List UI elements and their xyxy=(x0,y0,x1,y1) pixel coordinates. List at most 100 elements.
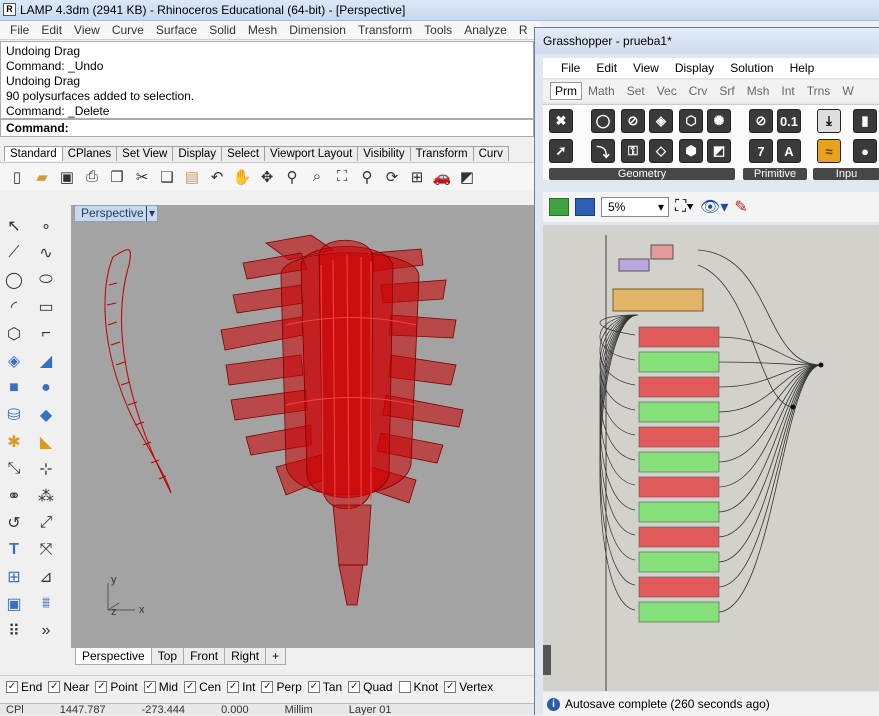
menu-dimension[interactable]: Dimension xyxy=(283,23,352,37)
hatch-icon[interactable]: ⊿ xyxy=(33,565,59,589)
gh-menu-help[interactable]: Help xyxy=(782,61,823,75)
osnap-near[interactable]: ✓ Near xyxy=(48,680,89,694)
copy-icon[interactable]: ❏ xyxy=(157,167,177,187)
osnap-tan[interactable]: ✓ Tan xyxy=(307,680,342,694)
menu-file[interactable]: File xyxy=(4,23,35,37)
group-param-icon[interactable]: ◩ xyxy=(707,139,731,163)
gh-tab-vec[interactable]: Vec xyxy=(651,84,683,98)
command-input[interactable]: Command: xyxy=(0,119,534,137)
gh-tab-crv[interactable]: Crv xyxy=(683,84,714,98)
group-input[interactable]: Inpu xyxy=(813,168,879,180)
render-box-icon[interactable]: ▣ xyxy=(1,592,27,616)
save-file-icon[interactable] xyxy=(575,198,595,216)
menu-mesh[interactable]: Mesh xyxy=(242,23,283,37)
osnap-mid[interactable]: ✓ Mid xyxy=(143,680,178,694)
more-tools-icon[interactable]: » xyxy=(33,619,59,643)
osnap-checkbox[interactable]: ✓ xyxy=(444,680,457,693)
boolean-icon[interactable]: ✱ xyxy=(1,430,27,454)
geometry-param-icon[interactable]: ⬢ xyxy=(679,139,703,163)
block-icon[interactable]: ⊞ xyxy=(1,565,27,589)
save-icon[interactable]: ▣ xyxy=(57,167,77,187)
circle-param-icon[interactable]: ◯ xyxy=(591,109,615,133)
perspective-viewport[interactable]: Perspective ▾ y z x xyxy=(71,205,535,648)
fillet-curve-icon[interactable]: ⌐ xyxy=(33,322,59,346)
tab-right[interactable]: Right xyxy=(224,648,267,665)
preview-eye-icon[interactable]: 👁▾ xyxy=(700,197,728,217)
surface-points-icon[interactable]: ◈ xyxy=(1,349,27,373)
osnap-checkbox[interactable] xyxy=(398,680,411,693)
integer-param-icon[interactable]: 7 xyxy=(749,139,773,163)
curve-icon[interactable]: ∿ xyxy=(33,241,59,265)
rectangle-icon[interactable]: ▭ xyxy=(33,295,59,319)
grasshopper-canvas[interactable] xyxy=(543,225,879,691)
gh-tab-msh[interactable]: Msh xyxy=(741,84,776,98)
osnap-end[interactable]: ✓ End xyxy=(6,680,42,694)
curve-param-icon[interactable]: ⊘ xyxy=(621,109,645,133)
surface-param-icon[interactable]: ◈ xyxy=(649,109,673,133)
number-param-icon[interactable]: 0.1 xyxy=(777,109,801,133)
arc-icon[interactable]: ◜ xyxy=(1,295,27,319)
field-param-icon[interactable]: ◇ xyxy=(649,139,673,163)
paste-icon[interactable]: ▤ xyxy=(182,167,202,187)
render-car-icon[interactable]: 🚗 xyxy=(432,167,452,187)
data-input-icon[interactable]: ⤓ xyxy=(817,109,841,133)
open-folder-icon[interactable]: ▰ xyxy=(32,167,52,187)
mesh-plane-icon[interactable]: ◆ xyxy=(33,403,59,427)
status-cplane[interactable]: CPl xyxy=(6,704,24,715)
text-param-icon[interactable]: A xyxy=(777,139,801,163)
undo-icon[interactable]: ↶ xyxy=(207,167,227,187)
group-primitive[interactable]: Primitive xyxy=(743,168,807,180)
tab-viewport-layout[interactable]: Viewport Layout xyxy=(264,146,359,161)
tab-perspective[interactable]: Perspective xyxy=(75,648,152,665)
panel-param-icon[interactable]: ▮ xyxy=(853,109,877,133)
tab-top[interactable]: Top xyxy=(150,648,185,665)
add-viewport-tab-button[interactable]: + xyxy=(265,648,287,665)
gh-menu-file[interactable]: File xyxy=(553,61,588,75)
tab-curve[interactable]: Curv xyxy=(472,146,509,161)
tab-visibility[interactable]: Visibility xyxy=(357,146,411,161)
menu-curve[interactable]: Curve xyxy=(106,23,150,37)
brep-param-icon[interactable]: ⬡ xyxy=(679,109,703,133)
menu-analyze[interactable]: Analyze xyxy=(458,23,513,37)
plane-param-icon[interactable]: ⚿ xyxy=(621,139,645,163)
gh-menu-view[interactable]: View xyxy=(625,61,667,75)
osnap-perp[interactable]: ✓ Perp xyxy=(261,680,302,694)
osnap-quad[interactable]: ✓ Quad xyxy=(348,680,393,694)
boolean-param-icon[interactable]: ⊘ xyxy=(749,109,773,133)
sketch-pen-icon[interactable]: ✎ xyxy=(734,197,747,217)
gh-tab-int[interactable]: Int xyxy=(775,84,800,98)
status-units[interactable]: Millim xyxy=(285,704,313,715)
graph-mapper-icon[interactable]: ≈ xyxy=(817,139,841,163)
cylinder-icon[interactable]: ⛁ xyxy=(1,403,27,427)
gh-tab-set[interactable]: Set xyxy=(621,84,651,98)
gh-tab-srf[interactable]: Srf xyxy=(713,84,740,98)
osnap-int[interactable]: ✓ Int xyxy=(227,680,255,694)
osnap-checkbox[interactable]: ✓ xyxy=(95,680,108,693)
four-viewports-icon[interactable]: ⊞ xyxy=(407,167,427,187)
grid-dots-icon[interactable]: ⠿ xyxy=(1,619,27,643)
gh-menu-edit[interactable]: Edit xyxy=(588,61,625,75)
split-icon[interactable]: ◣ xyxy=(33,430,59,454)
array-icon[interactable]: ⤢ xyxy=(33,511,59,535)
ellipse-icon[interactable]: ⬭ xyxy=(33,268,59,292)
osnap-checkbox[interactable]: ✓ xyxy=(184,680,197,693)
gh-menu-solution[interactable]: Solution xyxy=(722,61,781,75)
zoom-icon[interactable]: ⚲ xyxy=(282,167,302,187)
move-icon[interactable]: ⤡ xyxy=(1,457,27,481)
cut-icon[interactable]: ✂ xyxy=(132,167,152,187)
polygon-icon[interactable]: ⬡ xyxy=(1,322,27,346)
menu-surface[interactable]: Surface xyxy=(150,23,203,37)
tab-transform[interactable]: Transform xyxy=(409,146,474,161)
print-icon[interactable]: ⎙ xyxy=(82,167,102,187)
zoom-extents-icon[interactable]: ⛶▾ xyxy=(675,198,694,216)
point-param-icon[interactable]: ✖ xyxy=(549,109,573,133)
zoom-selected-icon[interactable]: ⚲ xyxy=(357,167,377,187)
tab-cplanes[interactable]: CPlanes xyxy=(61,146,118,161)
gh-menu-display[interactable]: Display xyxy=(667,61,722,75)
osnap-knot[interactable]: Knot xyxy=(398,680,438,694)
circle-icon[interactable]: ◯ xyxy=(1,268,27,292)
osnap-point[interactable]: ✓ Point xyxy=(95,680,138,694)
tab-select[interactable]: Select xyxy=(221,146,266,161)
gh-tab-math[interactable]: Math xyxy=(582,84,621,98)
line-param-icon[interactable]: ⤵ xyxy=(591,139,615,163)
